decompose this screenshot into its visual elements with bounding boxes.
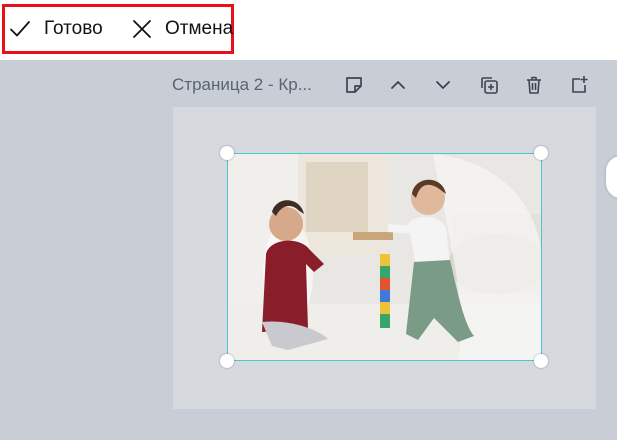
move-page-down-button[interactable]: [431, 73, 455, 97]
chevron-up-icon: [387, 74, 409, 96]
trash-icon: [523, 74, 545, 96]
check-icon: [8, 17, 32, 41]
side-panel-knob[interactable]: [606, 156, 617, 198]
add-page-button[interactable]: [567, 73, 591, 97]
close-icon: [131, 18, 153, 40]
highlighted-actions: Готово Отмена: [2, 4, 234, 54]
crop-action-bar: Готово Отмена: [0, 0, 617, 60]
delete-page-button[interactable]: [522, 73, 546, 97]
cancel-button[interactable]: Отмена: [131, 7, 233, 51]
duplicate-page-button[interactable]: [477, 73, 501, 97]
move-page-up-button[interactable]: [386, 73, 410, 97]
add-note-button[interactable]: [342, 73, 366, 97]
crop-handle-top-right[interactable]: [534, 146, 548, 160]
photo-children-playing: [228, 154, 541, 360]
crop-handle-top-left[interactable]: [220, 146, 234, 160]
crop-photo[interactable]: [227, 153, 542, 361]
crop-handle-bottom-right[interactable]: [534, 354, 548, 368]
cancel-label: Отмена: [165, 18, 234, 39]
duplicate-icon: [478, 74, 500, 96]
done-button[interactable]: Готово: [8, 7, 103, 51]
crop-handle-bottom-left[interactable]: [220, 354, 234, 368]
add-page-icon: [568, 74, 590, 96]
chevron-down-icon: [432, 74, 454, 96]
page-toolbar: Страница 2 - Кр...: [172, 66, 602, 104]
page-title[interactable]: Страница 2 - Кр...: [172, 75, 332, 95]
done-label: Готово: [44, 18, 103, 39]
sticky-note-icon: [343, 74, 365, 96]
